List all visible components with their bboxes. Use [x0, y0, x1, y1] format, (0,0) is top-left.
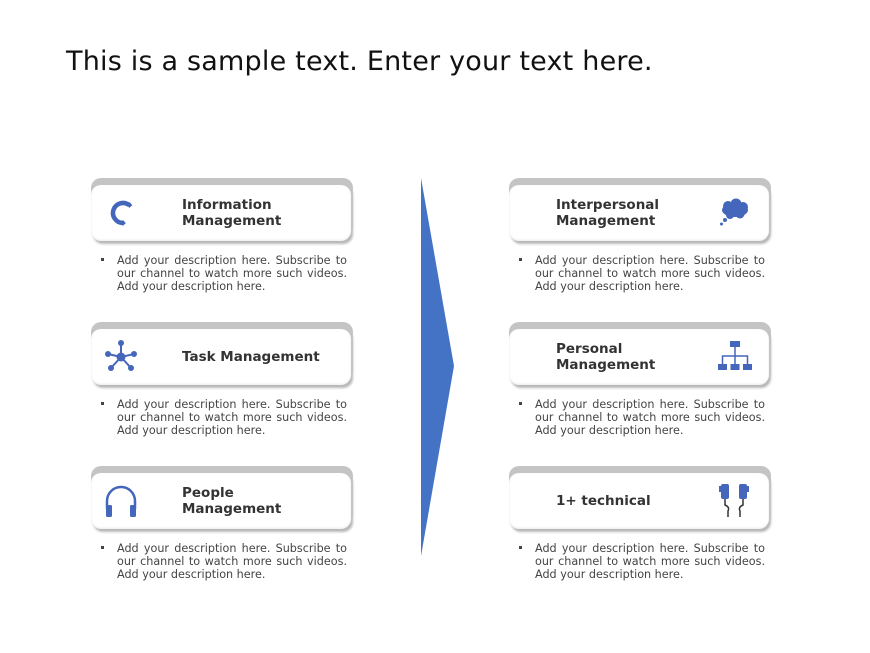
left-item-task-management: Task Management Add your description her…	[91, 322, 353, 437]
description: Add your description here. Subscribe to …	[91, 542, 353, 581]
network-hub-icon	[105, 340, 137, 371]
description: Add your description here. Subscribe to …	[91, 398, 353, 437]
slide-title: This is a sample text. Enter your text h…	[66, 46, 653, 77]
bullet-icon	[519, 546, 522, 549]
card-label: 1+ technical	[556, 493, 651, 509]
card-label: People Management	[182, 485, 282, 517]
left-item-information-management: Information Management Add your descripti…	[91, 178, 353, 293]
card-label: Task Management	[182, 349, 320, 365]
bullet-icon	[101, 546, 104, 549]
right-item-personal-management: Personal Management Add your description …	[509, 322, 771, 437]
card-label: Interpersonal Management	[556, 197, 660, 229]
card-label: Personal Management	[556, 341, 656, 373]
left-item-people-management: People Management Add your description he…	[91, 466, 353, 581]
description: Add your description here. Subscribe to …	[509, 398, 771, 437]
earphones-icon	[719, 484, 749, 517]
description: Add your description here. Subscribe to …	[509, 542, 771, 581]
chevron-arrow-icon	[421, 178, 454, 556]
bullet-icon	[101, 258, 104, 261]
description: Add your description here. Subscribe to …	[91, 254, 353, 293]
right-item-interpersonal-management: Interpersonal Management Add your descrip…	[509, 178, 771, 293]
card: Information Management	[91, 178, 353, 244]
magnet-icon	[110, 200, 133, 226]
thought-cloud-icon	[720, 198, 748, 226]
card: People Management	[91, 466, 353, 532]
card: Personal Management	[509, 322, 771, 388]
card: Task Management	[91, 322, 353, 388]
bullet-icon	[519, 258, 522, 261]
card: 1+ technical	[509, 466, 771, 532]
card: Interpersonal Management	[509, 178, 771, 244]
card-label: Information Management	[182, 197, 282, 229]
bullet-icon	[519, 402, 522, 405]
right-item-technical: 1+ technical Add your description here. …	[509, 466, 771, 581]
bullet-icon	[101, 402, 104, 405]
headphones-icon	[105, 485, 137, 517]
description: Add your description here. Subscribe to …	[509, 254, 771, 293]
org-chart-icon	[718, 341, 752, 370]
